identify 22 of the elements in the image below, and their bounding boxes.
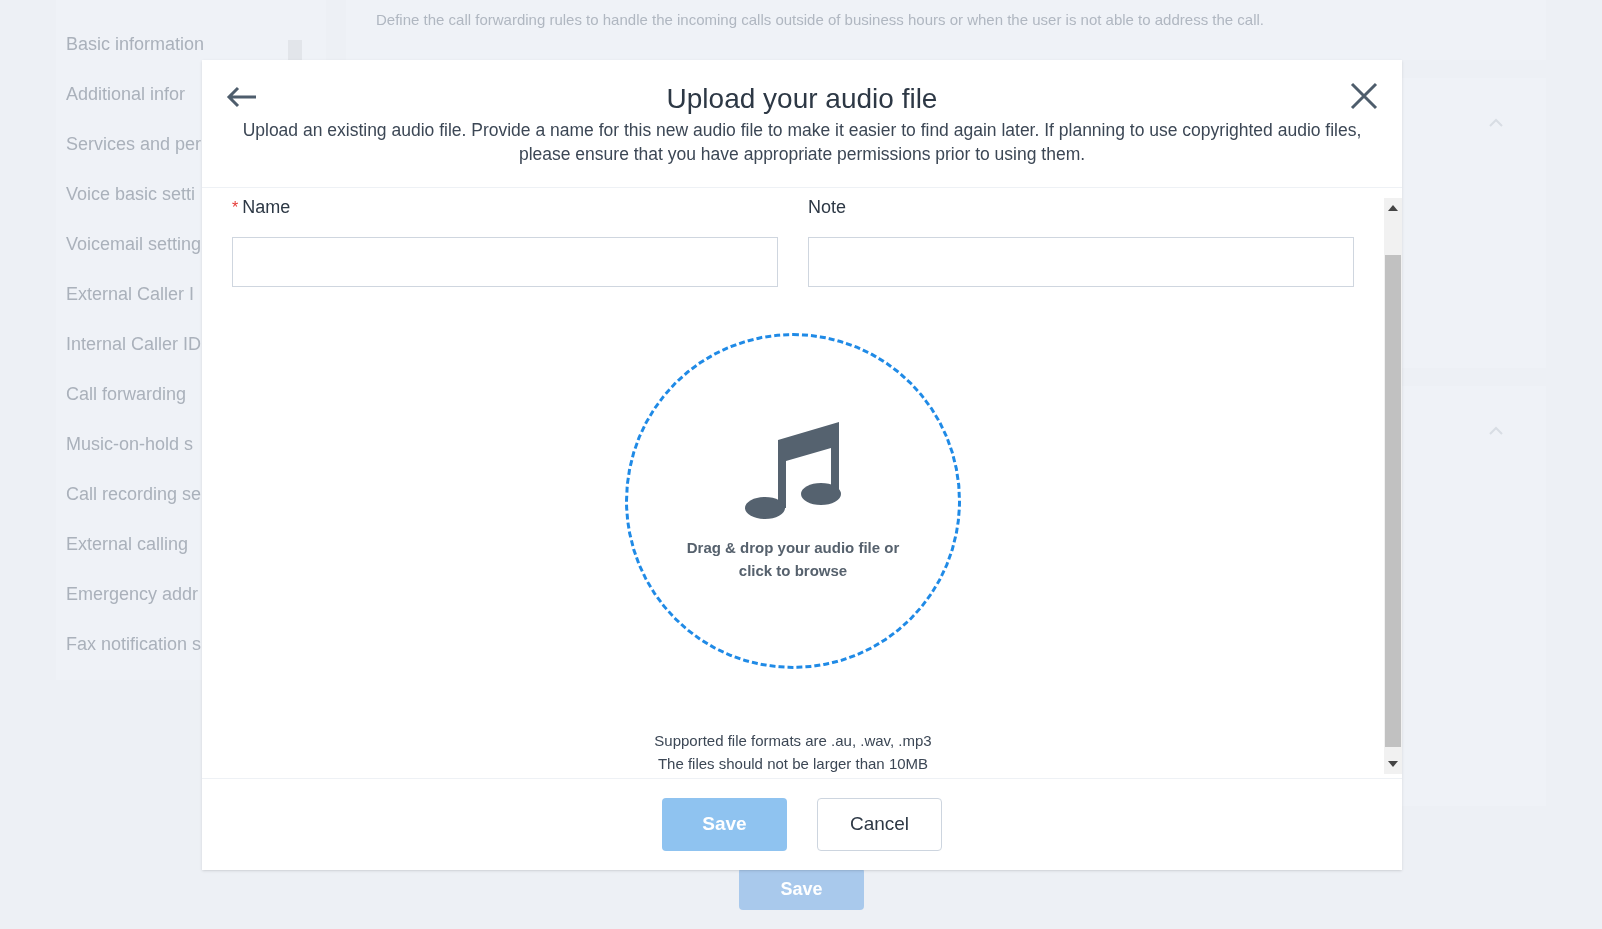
scrollbar-thumb[interactable] (288, 40, 302, 60)
field-label: Note (808, 196, 847, 219)
field-label: Name (242, 196, 291, 219)
drop-zone-text: Drag & drop your audio file or click to browse (685, 538, 901, 581)
close-icon[interactable] (1350, 82, 1378, 110)
formats-note: Supported file formats are .au, .wav, .mp3 (654, 731, 932, 751)
scrollbar-thumb[interactable] (1385, 255, 1401, 747)
music-note-icon (745, 420, 841, 520)
description-text: Define the call forwarding rules to handle the incoming calls outside of business hours or when the user is not able to address the call. (376, 11, 1264, 28)
input-field[interactable] (232, 237, 778, 287)
scroll-up-icon[interactable] (1388, 205, 1398, 211)
back-arrow-icon[interactable] (226, 86, 258, 108)
size-note: The files should not be larger than 10MB (657, 754, 929, 774)
drop-zone[interactable]: Drag & drop your audio file or click to browse (625, 333, 961, 669)
dialog-title: Upload your audio file (666, 82, 938, 116)
scrollbar[interactable] (1384, 198, 1402, 774)
input-field[interactable] (808, 237, 1354, 287)
scroll-down-icon[interactable] (1388, 761, 1398, 767)
cancel-button[interactable]: Cancel (817, 798, 942, 851)
dialog-description: Upload an existing audio file. Provide a name for this new audio file to make it easier to find again later. If planning to use copyrighted audio files, please ensure that you have appropriate permissions prior to using them. (241, 119, 1363, 166)
save-button[interactable]: Save (739, 868, 864, 910)
required-mark: * (232, 197, 239, 218)
